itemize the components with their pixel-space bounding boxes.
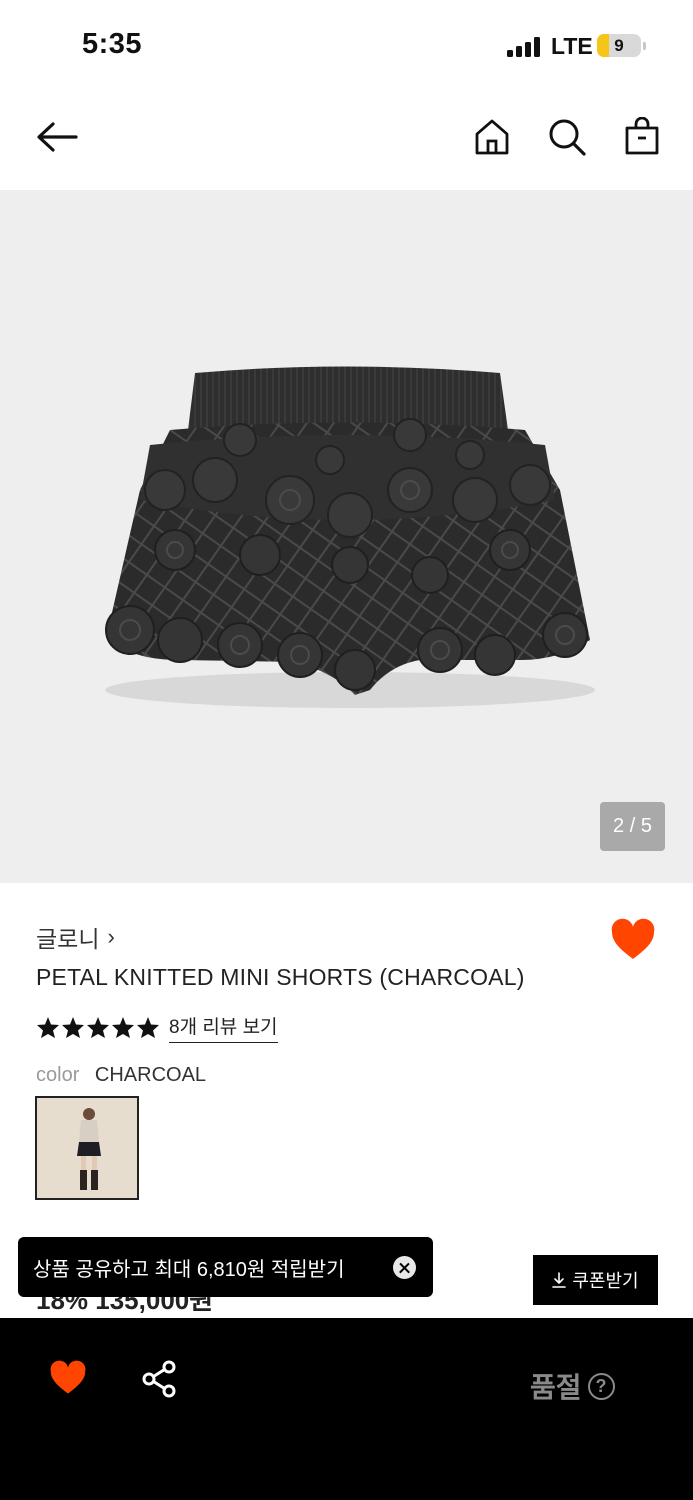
color-row: color CHARCOAL xyxy=(36,1064,206,1087)
battery-level: 9 xyxy=(614,36,624,55)
battery-icon: 9 xyxy=(597,34,641,57)
color-option-thumbnail[interactable] xyxy=(35,1096,139,1200)
share-icon[interactable] xyxy=(140,1360,178,1398)
chevron-right-icon: › xyxy=(107,924,115,949)
shopping-bag-icon[interactable] xyxy=(624,117,660,155)
network-label: LTE xyxy=(551,33,593,59)
model-photo xyxy=(37,1098,137,1198)
heart-icon[interactable] xyxy=(48,1360,88,1396)
product-image xyxy=(105,366,595,708)
product-title: PETAL KNITTED MINI SHORTS (CHARCOAL) xyxy=(36,964,525,990)
image-counter: 2 / 5 xyxy=(600,802,665,851)
brand-link[interactable]: 글로니 › xyxy=(36,920,115,954)
search-icon[interactable] xyxy=(548,118,586,156)
product-image-gallery[interactable] xyxy=(0,190,693,883)
sold-out-status: 품절 ? xyxy=(530,1366,615,1406)
close-icon[interactable] xyxy=(393,1256,416,1279)
help-icon[interactable]: ? xyxy=(587,1372,615,1400)
share-reward-toast: 상품 공유하고 최대 6,810원 적립받기 xyxy=(18,1237,433,1297)
star-icon xyxy=(37,1017,59,1038)
bottom-action-bar: 품절 ? xyxy=(0,1318,693,1500)
rating-row: 8개 리뷰 보기 xyxy=(36,1012,278,1043)
star-icon xyxy=(62,1017,84,1038)
color-value: CHARCOAL xyxy=(94,1064,207,1086)
status-time: 5:35 xyxy=(82,28,143,60)
review-link[interactable]: 8개 리뷰 보기 xyxy=(169,1012,278,1043)
battery-cap xyxy=(643,42,646,50)
arrow-left-icon[interactable] xyxy=(36,121,78,153)
download-icon xyxy=(552,1272,567,1288)
color-label: color xyxy=(36,1064,80,1086)
signal-icon xyxy=(507,37,543,57)
coupon-label: 쿠폰받기 xyxy=(572,1271,639,1291)
star-rating xyxy=(36,1016,160,1039)
status-bar: 5:35 LTE 9 xyxy=(0,0,693,92)
top-nav xyxy=(0,92,693,190)
star-icon xyxy=(137,1017,159,1038)
star-icon xyxy=(87,1017,109,1038)
toast-message: 상품 공유하고 최대 6,810원 적립받기 xyxy=(33,1258,345,1281)
coupon-button[interactable]: 쿠폰받기 xyxy=(533,1255,658,1305)
home-icon[interactable] xyxy=(474,118,510,156)
star-icon xyxy=(112,1017,134,1038)
brand-name: 글로니 xyxy=(36,926,100,952)
sold-out-label: 품절 xyxy=(530,1372,582,1403)
wishlist-heart-icon[interactable] xyxy=(610,918,656,962)
